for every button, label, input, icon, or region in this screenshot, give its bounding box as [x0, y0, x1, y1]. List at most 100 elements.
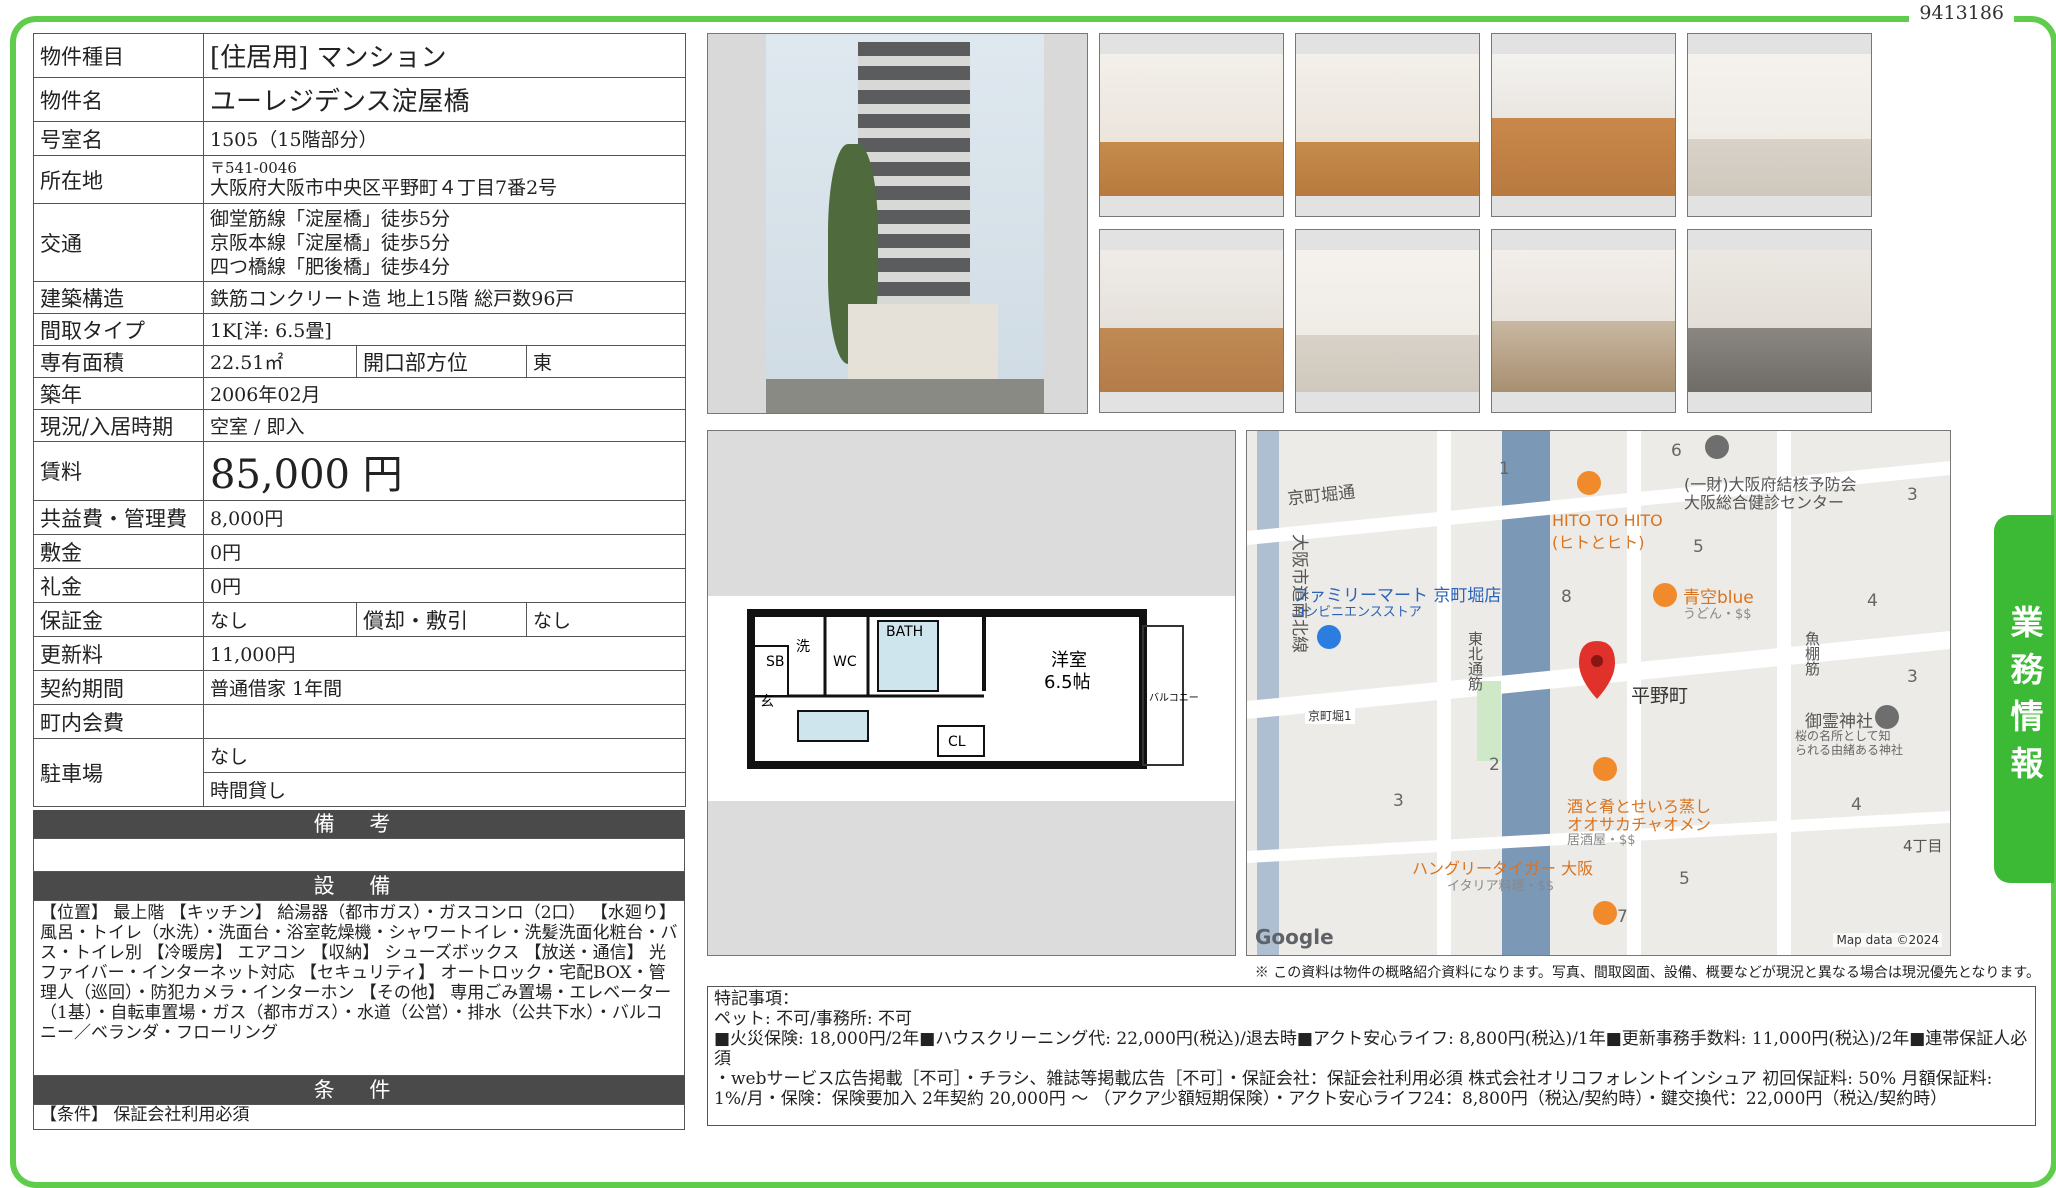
status-value: 空室 / 即入 — [203, 409, 686, 442]
fp-entry: 玄 — [760, 693, 774, 710]
photo-washroom-image — [1100, 250, 1283, 392]
parking-value-1: なし — [203, 738, 686, 773]
town-fee-value — [203, 704, 686, 739]
layout-value: 1K[洋: 6.5畳] — [203, 313, 686, 346]
deposit-label: 敷金 — [33, 534, 204, 569]
map-label-kenshin: 大阪総合健診センター — [1684, 493, 1845, 512]
document-id: 9413186 — [1909, 2, 2014, 24]
map-number-9: 3 — [1393, 791, 1404, 811]
map-number-7: 3 — [1907, 667, 1918, 687]
type-value: [住居用] マンション — [203, 33, 686, 78]
photo-room-1-image — [1100, 54, 1283, 196]
town-fee-label: 町内会費 — [33, 704, 204, 739]
amortization-label: 償却・敷引 — [356, 602, 527, 637]
renewal-value: 11,000円 — [203, 636, 686, 671]
side-tab-business-info[interactable]: 業務情報 — [1994, 515, 2054, 883]
photo-kitchen[interactable] — [1491, 33, 1676, 217]
building-photo[interactable] — [707, 33, 1088, 414]
remarks-line-1: ペット: 不可/事務所: 不可 — [714, 1009, 912, 1029]
fp-bath: BATH — [886, 624, 923, 640]
photo-toilet[interactable] — [1295, 229, 1480, 413]
rent-value: 85,000 円 — [203, 441, 686, 501]
map-label-italian: イタリア料理・$$ — [1447, 879, 1555, 894]
map-label-street-3: 東北通筋 — [1466, 631, 1484, 691]
map-attribution: Map data ©2024 — [1833, 933, 1942, 947]
photo-washroom[interactable] — [1099, 229, 1284, 413]
photo-balcony-image — [1688, 250, 1871, 392]
built-label: 築年 — [33, 377, 204, 410]
structure-value: 鉄筋コンクリート造 地上15階 総戸数96戸 — [203, 281, 686, 314]
map-number-11: 5 — [1679, 869, 1690, 889]
structure-label: 建築構造 — [33, 281, 204, 314]
area-value: 22.51㎡ — [203, 345, 357, 378]
guarantee-label: 保証金 — [33, 602, 204, 637]
map-label-goryo-desc-2: られる由緒ある神社 — [1795, 743, 1904, 757]
name-label: 物件名 — [33, 77, 204, 122]
remarks-box — [33, 838, 685, 872]
remarks-line-2: ■火災保険: 18,000円/2年■ハウスクリーニング代: 22,000円(税込… — [714, 1029, 2028, 1069]
fp-cl: CL — [948, 734, 966, 750]
remarks-line-3: ・webサービス広告掲載［不可］・チラシ、雑誌等掲載広告［不可］・保証会社：保証… — [714, 1069, 1993, 1109]
map-number-2: 6 — [1671, 441, 1682, 461]
conditions-text: 【条件】 保証会社利用必須 — [33, 1104, 685, 1130]
location-map[interactable]: 京町堀通 大阪市道南北線 ファミリーマート 京町堀店 コンビニエンスストア HI… — [1246, 430, 1951, 956]
map-label-hiranomachi: 平野町 — [1631, 685, 1689, 707]
parking-value-2: 時間貸し — [203, 772, 686, 807]
photo-entrance[interactable] — [1491, 229, 1676, 413]
floor-plan-band: SB 洗 玄 WC BATH CL 洋室 6.5帖 バルコニー — [708, 596, 1235, 801]
side-tab-label: 業務情報 — [2005, 605, 2044, 793]
photo-toilet-image — [1296, 250, 1479, 392]
transit-label: 交通 — [33, 203, 204, 282]
map-drawing — [1247, 431, 1950, 955]
map-label-station: 京町堀1 — [1305, 707, 1355, 724]
keymoney-value: 0円 — [203, 568, 686, 603]
fp-wash: 洗 — [796, 639, 810, 655]
conditions-header: 条 件 — [33, 1076, 685, 1104]
transit-line-3: 四つ橋線「肥後橋」徒歩4分 — [210, 255, 451, 278]
map-label-udon: うどん・$$ — [1683, 607, 1752, 622]
name-value: ユーレジデンス淀屋橋 — [203, 77, 686, 122]
photo-room-1[interactable] — [1099, 33, 1284, 217]
photo-room-2[interactable] — [1295, 33, 1480, 217]
photo-balcony[interactable] — [1687, 229, 1872, 413]
room-label: 号室名 — [33, 121, 204, 156]
address-cell: 〒541-0046 大阪府大阪市中央区平野町４丁目7番2号 — [203, 155, 686, 204]
map-number-12: 7 — [1617, 907, 1628, 927]
photo-room-2-image — [1296, 54, 1479, 196]
renewal-label: 更新料 — [33, 636, 204, 671]
disclaimer-note: ※ この資料は物件の概略紹介資料になります。写真、間取図面、設備、概要などが現況… — [1254, 965, 2040, 981]
rent-label: 賃料 — [33, 441, 204, 501]
photo-entrance-image — [1492, 250, 1675, 392]
deposit-value: 0円 — [203, 534, 686, 569]
floor-plan[interactable]: SB 洗 玄 WC BATH CL 洋室 6.5帖 バルコニー — [707, 430, 1236, 956]
map-number-6: 4 — [1867, 591, 1878, 611]
area-label: 専有面積 — [33, 345, 204, 378]
map-label-hito-kana: (ヒトとヒト) — [1552, 533, 1645, 552]
equipment-text: 【位置】 最上階 【キッチン】 給湯器（都市ガス）・ガスコンロ（2口） 【水廻り… — [33, 900, 685, 1076]
address-label: 所在地 — [33, 155, 204, 204]
room-value: 1505（15階部分） — [203, 121, 686, 156]
map-number-4: 5 — [1693, 537, 1704, 557]
built-value: 2006年02月 — [203, 377, 686, 410]
parking-label: 駐車場 — [33, 738, 204, 807]
contract-label: 契約期間 — [33, 670, 204, 705]
photo-bath[interactable] — [1687, 33, 1872, 217]
type-label: 物件種目 — [33, 33, 204, 78]
special-remarks: 特記事項： ペット: 不可/事務所: 不可 ■火災保険: 18,000円/2年■… — [707, 986, 2036, 1126]
direction-label: 開口部方位 — [356, 345, 527, 378]
property-spec-table: 物件種目 [住居用] マンション 物件名 ユーレジデンス淀屋橋 号室名 1505… — [33, 33, 686, 807]
map-label-4chome: 4丁目 — [1903, 837, 1943, 855]
remarks-header: 備 考 — [33, 810, 685, 838]
fp-room-label: 洋室 — [1051, 650, 1087, 671]
fee-value: 8,000円 — [203, 500, 686, 535]
amortization-value: なし — [526, 602, 686, 637]
map-number-8: 2 — [1489, 755, 1500, 775]
fp-balcony: バルコニー — [1149, 692, 1199, 704]
transit-cell: 御堂筋線「淀屋橋」徒歩5分 京阪本線「淀屋橋」徒歩5分 四つ橋線「肥後橋」徒歩4… — [203, 203, 686, 282]
equipment-header: 設 備 — [33, 872, 685, 900]
google-logo: Google — [1255, 925, 1334, 949]
photo-bath-image — [1688, 54, 1871, 196]
street — [766, 379, 1044, 413]
transit-line-2: 京阪本線「淀屋橋」徒歩5分 — [210, 231, 451, 254]
map-label-convenience: コンビニエンスストア — [1292, 605, 1422, 620]
